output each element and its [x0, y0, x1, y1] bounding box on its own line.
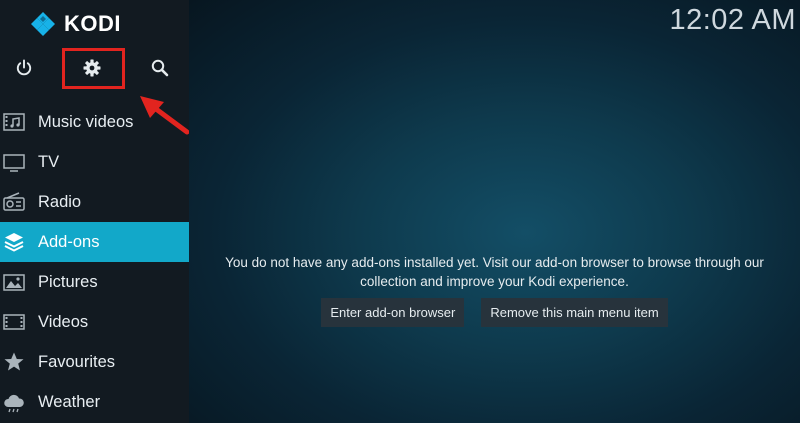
menu-item-label: Add-ons: [38, 232, 100, 251]
power-button[interactable]: [4, 48, 44, 88]
menu-item-music-videos[interactable]: Music videos: [0, 102, 189, 142]
kodi-window: KODI Music videos TV Radio Add-ons Pictu…: [0, 0, 800, 423]
menu-item-pictures[interactable]: Pictures: [0, 262, 189, 302]
menu-item-radio[interactable]: Radio: [0, 182, 189, 222]
remove-main-menu-item-button[interactable]: Remove this main menu item: [481, 298, 668, 327]
kodi-logo-text: KODI: [64, 11, 121, 36]
search-icon: [151, 59, 169, 77]
radio-icon: [0, 191, 38, 213]
no-add-ons-message: You do not have any add-ons installed ye…: [189, 253, 800, 291]
menu-item-label: Favourites: [38, 352, 116, 371]
star-icon: [0, 351, 38, 373]
kodi-logo-icon: [31, 12, 55, 36]
menu-item-favourites[interactable]: Favourites: [0, 342, 189, 382]
menu-item-label: TV: [38, 152, 60, 171]
sidebar: KODI Music videos TV Radio Add-ons Pictu…: [0, 0, 190, 423]
menu-item-label: Weather: [38, 392, 101, 411]
menu-item-videos[interactable]: Videos: [0, 302, 189, 342]
menu-item-weather[interactable]: Weather: [0, 382, 189, 422]
menu-item-add-ons[interactable]: Add-ons: [0, 222, 189, 262]
menu-item-label: Pictures: [38, 272, 98, 291]
tv-icon: [0, 151, 38, 173]
message-line-1: You do not have any add-ons installed ye…: [225, 255, 764, 270]
main-content: 12:02 AM You do not have any add-ons ins…: [189, 0, 800, 423]
clock: 12:02 AM: [669, 4, 796, 36]
film-icon: [0, 311, 38, 333]
gear-icon: [83, 59, 101, 77]
enter-add-on-browser-button[interactable]: Enter add-on browser: [321, 298, 465, 327]
cloud-icon: [0, 391, 38, 413]
main-menu: Music videos TV Radio Add-ons Pictures V…: [0, 102, 189, 422]
menu-item-label: Radio: [38, 192, 82, 211]
menu-item-tv[interactable]: TV: [0, 142, 189, 182]
power-icon: [16, 59, 32, 76]
kodi-logo: KODI: [30, 10, 121, 38]
settings-button[interactable]: [72, 48, 112, 88]
top-icon-bar: [0, 48, 189, 88]
action-buttons: Enter add-on browser Remove this main me…: [189, 298, 800, 327]
message-line-2: collection and improve your Kodi experie…: [360, 274, 629, 289]
music-video-icon: [0, 111, 38, 133]
menu-item-label: Videos: [38, 312, 89, 331]
menu-item-label: Music videos: [38, 112, 134, 131]
add-ons-box-icon: [0, 231, 38, 253]
search-button[interactable]: [140, 48, 180, 88]
picture-icon: [0, 271, 38, 293]
